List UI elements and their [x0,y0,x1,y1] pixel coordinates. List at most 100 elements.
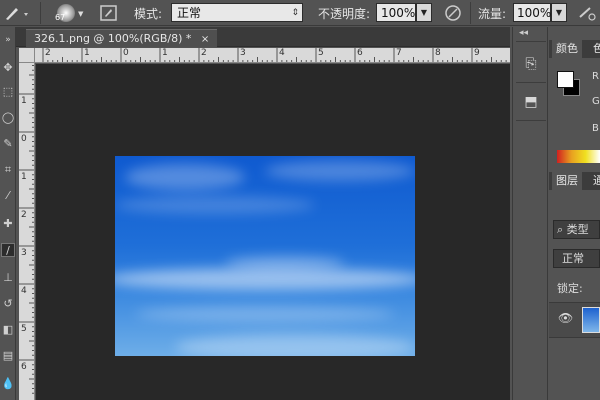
cloud [125,164,245,190]
ruler-tick-label: 0 [123,48,129,58]
layer-filter-value: 类型 [566,223,589,236]
ruler-tick-label: 1 [162,48,168,58]
options-bar: 67 ▼ 模式: 正常 ⇕ 不透明度: 100% ▼ 流量: 100% ▼ [0,0,600,26]
gradient-tool-icon[interactable]: ▤ [1,349,15,363]
document-image-sky[interactable] [115,156,415,356]
brush-panel-icon [100,5,117,21]
separator [516,82,546,83]
separator [40,2,41,24]
ruler-tick-label: 9 [474,48,480,58]
separator [516,120,546,121]
history-panel-icon[interactable]: ⎘ [520,53,542,75]
layer-filter-input[interactable]: ⌕ 类型 [553,220,600,239]
brush-tool-icon [6,8,28,20]
layers-panel-tabs: 图层 通 [549,172,600,190]
airbrush-button[interactable] [576,3,598,23]
tab-channels[interactable]: 通 [589,172,600,190]
flow-dropdown-button[interactable]: ▼ [551,3,567,22]
cloud [115,196,315,214]
search-icon: ⌕ [557,223,567,236]
opacity-value: 100% [381,6,416,20]
close-icon[interactable]: × [201,34,209,45]
tab-swatches[interactable]: 色 [589,40,600,58]
opacity-dropdown-button[interactable]: ▼ [416,3,432,22]
mode-label: 模式: [134,7,163,21]
opacity-label: 不透明度: [318,7,371,21]
ruler-tick-label: 3 [21,248,27,258]
document-tab-bar: 326.1.png @ 100%(RGB/8) * × [16,27,510,47]
mode-select[interactable]: 正常 ⇕ [171,3,303,22]
pressure-icon [445,5,461,21]
move-tool-icon[interactable]: ✥ [1,61,15,75]
blend-mode-select[interactable]: 正常 [553,249,600,268]
ruler-tick-label: 6 [357,48,363,58]
mode-value: 正常 [177,6,202,20]
eyedropper-tool-icon[interactable]: ⁄ [1,189,15,203]
history-brush-tool-icon[interactable]: ↺ [1,297,15,311]
ruler-tick-label: 0 [21,134,27,144]
blur-tool-icon[interactable]: 💧 [1,377,15,391]
chevron-down-icon: ▼ [78,10,84,18]
brush-size-value: 67 [55,13,66,22]
layer-thumbnail [582,307,600,333]
brush-tool-icon[interactable]: / [1,243,15,257]
brush-preset-picker[interactable]: 67 ▼ [50,3,90,23]
tab-layers[interactable]: 图层 [552,172,582,190]
marquee-tool-icon[interactable]: ⬚ [1,85,15,99]
separator [470,2,471,24]
ruler-origin[interactable] [19,48,35,63]
airbrush-icon [579,7,596,21]
visibility-eye-icon[interactable]: 👁 [558,311,573,325]
healing-brush-tool-icon[interactable]: ✚ [1,217,15,231]
cloud-streak [115,268,415,290]
collapse-toolbar-icon[interactable]: » [1,33,15,47]
channel-r-label: R [592,71,599,82]
ruler-tick-label: 6 [21,362,27,372]
eraser-tool-icon[interactable]: ◧ [1,323,15,337]
properties-panel-icon[interactable]: ⬒ [520,91,542,113]
tab-color[interactable]: 颜色 [552,40,582,58]
horizontal-ruler[interactable]: 2 1 0 1 2 3 4 5 6 7 8 9 [35,48,510,63]
cloud [225,256,345,270]
ruler-tick-label: 2 [45,48,51,58]
ruler-tick-label: 4 [279,48,285,58]
crop-tool-icon[interactable]: ⌗ [1,163,15,177]
ruler-tick-label: 1 [84,48,90,58]
photoshop-window: 67 ▼ 模式: 正常 ⇕ 不透明度: 100% ▼ 流量: 100% ▼ » … [0,0,600,400]
flow-input[interactable]: 100% [513,3,551,22]
ruler-tick-label: 4 [21,286,27,296]
collapse-dock-icon[interactable]: ◂◂ [519,28,528,38]
quick-selection-tool-icon[interactable]: ✎ [1,137,15,151]
blend-mode-value: 正常 [562,252,584,265]
opacity-input[interactable]: 100% [376,3,416,22]
ruler-tick-label: 2 [21,210,27,220]
cloud [265,161,415,181]
color-spectrum-bar[interactable] [557,150,600,163]
ruler-tick-label: 3 [240,48,246,58]
tablet-pressure-opacity-button[interactable] [442,3,464,23]
ruler-tick-label: 5 [21,324,27,334]
right-panels: 颜色 色 R G B 图层 通 ⌕ 类型 正常 锁定: 👁 [549,27,600,400]
lasso-tool-icon[interactable]: ◯ [1,111,15,125]
cloud [175,334,415,356]
layer-row[interactable]: 👁 [549,302,600,338]
channel-b-label: B [592,123,599,134]
tool-preset-picker[interactable] [2,3,34,23]
ruler-tick-label: 8 [435,48,441,58]
foreground-color-swatch[interactable] [557,71,574,88]
clone-stamp-tool-icon[interactable]: ⊥ [1,271,15,285]
flow-label: 流量: [478,7,507,21]
toggle-brush-panel-button[interactable] [98,3,120,23]
color-panel-tabs: 颜色 色 [549,40,600,58]
collapsed-panel-dock: ◂◂ ⎘ ⬒ [512,27,548,400]
cloud [135,306,395,322]
document-tab-title: 326.1.png @ 100%(RGB/8) * [34,32,192,45]
channel-g-label: G [592,96,600,107]
canvas-workspace[interactable] [36,64,510,400]
document-tab[interactable]: 326.1.png @ 100%(RGB/8) * × [26,29,218,47]
ruler-tick-label: 7 [396,48,402,58]
vertical-ruler[interactable]: 1 0 1 2 3 4 5 6 [19,48,35,400]
updown-icon: ⇕ [291,8,299,18]
separator [516,41,546,42]
ruler-tick-label: 1 [21,96,27,106]
